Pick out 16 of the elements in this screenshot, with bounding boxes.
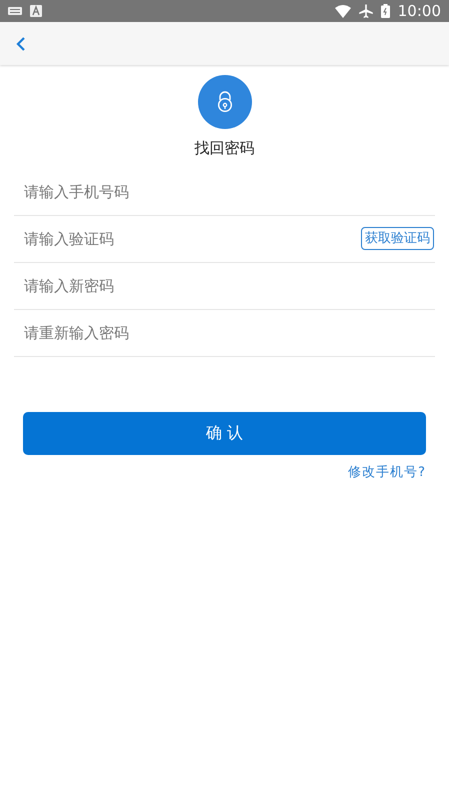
confirm-button[interactable]: 确 认 [23,412,426,454]
change-phone-link[interactable]: 修改手机号? [348,462,426,482]
back-icon [16,36,26,52]
keyboard-icon [8,7,22,15]
airplane-icon [358,4,373,18]
input-field[interactable]: 请输入验证码 [24,218,361,258]
get-code-button[interactable]: 获取验证码 [361,227,434,250]
wifi-icon [334,4,351,18]
battery-icon [380,4,390,18]
input-field[interactable]: 请输入手机号码 [24,172,434,212]
input-field[interactable]: 请输入新密码 [24,266,434,306]
lock-icon [216,91,232,113]
notification-icon [30,5,42,17]
page-title: 找回密码 [194,138,254,159]
status-time: 10:00 [398,0,441,22]
input-field[interactable]: 请重新输入密码 [24,312,434,352]
